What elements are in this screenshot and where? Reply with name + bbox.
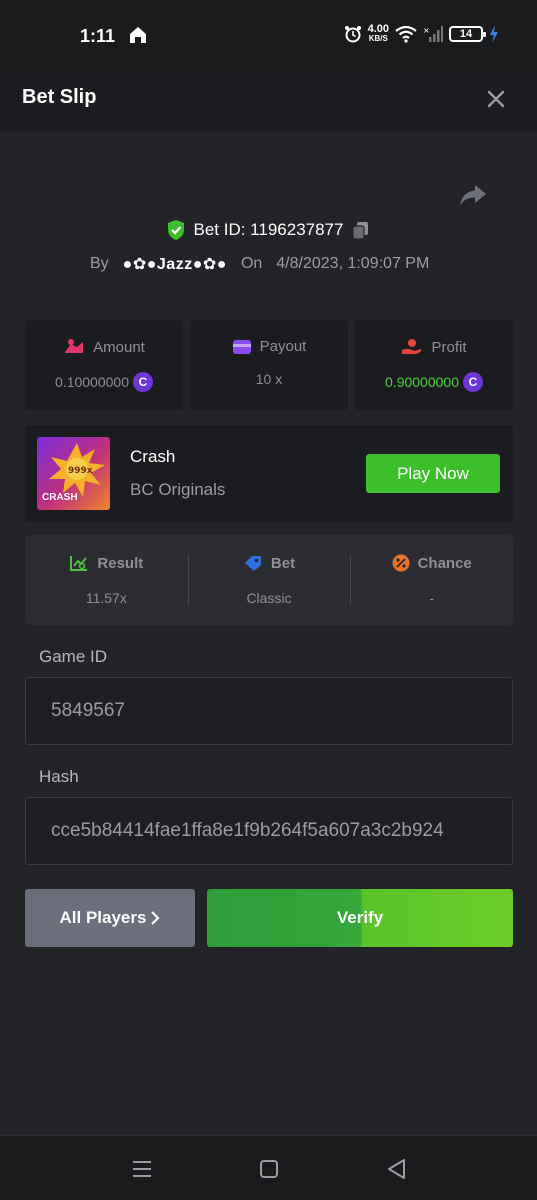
amount-stat: Amount 0.10000000 C (25, 320, 183, 410)
profit-label: Profit (431, 338, 467, 356)
system-nav-bar (0, 1135, 537, 1200)
alarm-icon (344, 26, 361, 43)
game-id-field[interactable]: 5849567 (25, 677, 513, 745)
verified-shield-icon (167, 220, 184, 240)
profit-value: 0.90000000 (385, 374, 459, 390)
result-column: Result 11.57x (25, 535, 188, 625)
chevron-right-icon (151, 911, 161, 925)
amount-label: Amount (93, 338, 145, 356)
game-id-label: Game ID (39, 647, 108, 666)
amount-value: 0.10000000 (55, 374, 129, 390)
share-icon[interactable] (458, 182, 488, 210)
bet-type-column: Bet Classic (187, 535, 351, 625)
result-value: 11.57x (85, 590, 127, 606)
payout-label: Payout (259, 338, 307, 355)
hash-field[interactable]: cce5b84414fae1ffa8e1f9b264f5a607a3c2b924 (25, 797, 513, 865)
bet-stats: Amount 0.10000000 C Payout 10 x Profit 0… (25, 320, 513, 410)
crash-game-thumbnail[interactable]: 999x CRASH (37, 437, 110, 510)
page-title: Bet Slip (22, 86, 97, 108)
payout-stat: Payout 10 x (190, 320, 348, 410)
bet-slip-header: Bet Slip (0, 70, 537, 132)
chance-column: Chance - (350, 535, 513, 625)
profit-hand-icon (402, 339, 422, 354)
game-name: Crash (130, 447, 176, 466)
status-icons: 4.00 KB/S × 14 (344, 24, 499, 44)
charging-icon (490, 25, 498, 43)
bet-id-row: Bet ID: 1196237877 (0, 219, 537, 241)
all-players-label: All Players (59, 908, 147, 927)
network-speed: 4.00 KB/S (367, 23, 389, 44)
bcd-coin-icon: C (132, 372, 153, 392)
status-bar: 1:11 4.00 KB/S × 14 (0, 0, 537, 70)
game-provider: BC Originals (130, 480, 226, 499)
svg-text:×: × (423, 26, 430, 35)
chance-label: Chance (417, 554, 472, 572)
signal-icon: × (423, 26, 443, 42)
result-chart-icon (70, 556, 88, 571)
back-nav-icon[interactable] (384, 1156, 410, 1182)
tag-icon (244, 556, 261, 571)
bet-datetime: 4/8/2023, 1:09:07 PM (276, 255, 430, 272)
hash-label: Hash (39, 767, 79, 786)
home-status-icon (130, 27, 146, 43)
chance-value: - (429, 590, 435, 606)
bcd-coin-icon: C (462, 372, 483, 392)
home-nav-icon[interactable] (256, 1156, 282, 1182)
profit-stat: Profit 0.90000000 C (355, 320, 513, 410)
close-icon (487, 90, 505, 108)
wallet-icon (232, 339, 251, 354)
by-label: By (90, 255, 109, 272)
recent-apps-icon[interactable] (129, 1156, 155, 1182)
wifi-icon (395, 25, 417, 43)
amount-icon (65, 339, 84, 353)
verify-button[interactable]: Verify (207, 889, 513, 947)
thumb-badge: 999x (68, 466, 93, 476)
bettor-username[interactable]: ●✿●Jazz●✿● (123, 254, 227, 274)
game-card: 999x CRASH Crash BC Originals Play Now (25, 425, 513, 522)
percent-icon (392, 554, 410, 572)
thumb-label: CRASH (42, 492, 78, 503)
payout-value: 10 x (255, 371, 283, 387)
result-label: Result (97, 554, 144, 572)
bet-value: Classic (246, 590, 292, 606)
on-label: On (240, 255, 263, 272)
all-players-button[interactable]: All Players (25, 889, 195, 947)
bet-author-row: By ●✿●Jazz●✿● On 4/8/2023, 1:09:07 PM (90, 254, 429, 274)
bet-id: Bet ID: 1196237877 (193, 220, 344, 239)
status-time: 1:11 (80, 26, 116, 46)
battery-indicator: 14 (449, 26, 486, 42)
play-now-button[interactable]: Play Now (366, 454, 500, 493)
close-button[interactable] (481, 84, 511, 114)
copy-icon[interactable] (351, 220, 371, 240)
bet-label: Bet (270, 554, 296, 572)
result-card: Result 11.57x Bet Classic Chance - (25, 535, 513, 625)
